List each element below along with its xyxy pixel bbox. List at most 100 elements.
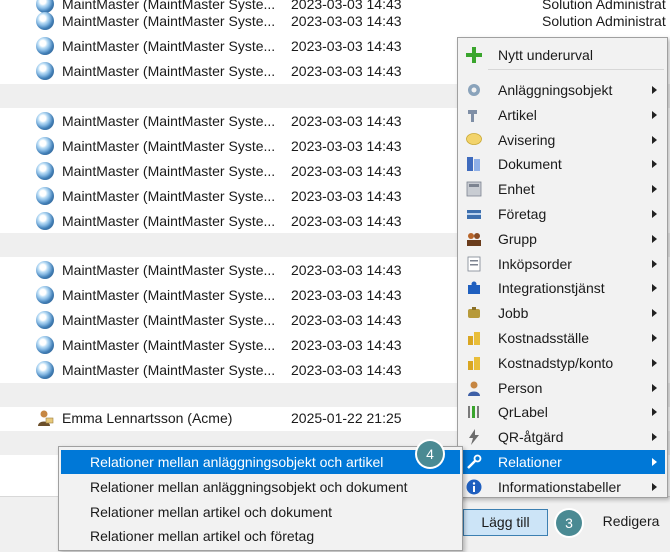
person-icon bbox=[38, 410, 54, 426]
submenu-arrow-icon bbox=[652, 334, 657, 342]
row-date: 2023-03-03 14:43 bbox=[291, 38, 402, 54]
row-date: 2023-03-03 14:43 bbox=[291, 362, 402, 378]
edit-button[interactable]: Redigera bbox=[592, 509, 670, 536]
globe-icon bbox=[36, 187, 54, 205]
menu-item-qr-atgard[interactable]: QR-åtgärd bbox=[460, 425, 665, 449]
row-date: 2025-01-22 21:25 bbox=[291, 410, 402, 426]
submenu-arrow-icon bbox=[652, 160, 657, 168]
submenu-arrow-icon bbox=[652, 210, 657, 218]
row-date: 2023-03-03 14:43 bbox=[291, 138, 402, 154]
submenu-arrow-icon bbox=[652, 458, 657, 466]
menu-item-artikel[interactable]: Artikel bbox=[460, 103, 665, 127]
group-icon bbox=[467, 233, 481, 246]
menu-item-inkopsorder[interactable]: Inköpsorder bbox=[460, 252, 665, 276]
menu-item-informationstabeller[interactable]: Informationstabeller bbox=[460, 475, 665, 499]
globe-icon bbox=[36, 212, 54, 230]
row-name: MaintMaster (MaintMaster Syste... bbox=[62, 113, 276, 129]
submenu-arrow-icon bbox=[652, 433, 657, 441]
globe-icon bbox=[36, 62, 54, 80]
row-name: MaintMaster (MaintMaster Syste... bbox=[62, 138, 276, 154]
menu-item-jobb[interactable]: Jobb bbox=[460, 301, 665, 325]
row-name: MaintMaster (MaintMaster Syste... bbox=[62, 163, 276, 179]
menu-item-qrlabel[interactable]: QrLabel bbox=[460, 400, 665, 424]
menu-item-enhet[interactable]: Enhet bbox=[460, 177, 665, 201]
gear-icon bbox=[468, 84, 480, 96]
row-date: 2023-03-03 14:43 bbox=[291, 213, 402, 229]
submenu-arrow-icon bbox=[652, 483, 657, 491]
row-date: 2023-03-03 14:43 bbox=[291, 163, 402, 179]
menu-separator bbox=[488, 69, 664, 70]
submenu-arrow-icon bbox=[652, 309, 657, 317]
row-name: MaintMaster (MaintMaster Syste... bbox=[62, 337, 276, 353]
row-name: MaintMaster (MaintMaster Syste... bbox=[62, 262, 276, 278]
submenu-item-artikel-dokument[interactable]: Relationer mellan artikel och dokument bbox=[61, 500, 460, 524]
menu-item-person[interactable]: Person bbox=[460, 376, 665, 400]
globe-icon bbox=[36, 12, 54, 30]
coins-icon bbox=[468, 357, 480, 370]
coins-icon bbox=[468, 332, 480, 345]
menu-item-anlaggningsobjekt[interactable]: Anläggningsobjekt bbox=[460, 78, 665, 102]
wrench-link-icon bbox=[467, 454, 482, 469]
submenu-arrow-icon bbox=[652, 185, 657, 193]
menu-item-grupp[interactable]: Grupp bbox=[460, 227, 665, 251]
row-date: 2023-03-03 14:43 bbox=[291, 13, 402, 29]
building-icon bbox=[467, 210, 481, 219]
row-date: 2023-03-03 14:43 bbox=[291, 63, 402, 79]
barcode-icon bbox=[468, 406, 479, 418]
table-row[interactable]: MaintMaster (MaintMaster Syste... 2023-0… bbox=[0, 9, 670, 33]
submenu-arrow-icon bbox=[652, 384, 657, 392]
row-date: 2023-03-03 14:43 bbox=[291, 188, 402, 204]
submenu-item-anlaggningsobjekt-dokument[interactable]: Relationer mellan anläggningsobjekt och … bbox=[61, 475, 460, 499]
menu-item-kostnadstyp-konto[interactable]: Kostnadstyp/konto bbox=[460, 351, 665, 375]
globe-icon bbox=[36, 137, 54, 155]
row-date: 2023-03-03 14:43 bbox=[291, 312, 402, 328]
puzzle-icon bbox=[468, 281, 480, 294]
step-badge: 4 bbox=[417, 441, 443, 467]
menu-item-avisering[interactable]: Avisering bbox=[460, 128, 665, 152]
row-name: MaintMaster (MaintMaster Syste... bbox=[62, 63, 276, 79]
row-date: 2023-03-03 14:43 bbox=[291, 287, 402, 303]
submenu-arrow-icon bbox=[652, 284, 657, 292]
row-name: MaintMaster (MaintMaster Syste... bbox=[62, 362, 276, 378]
globe-icon bbox=[36, 112, 54, 130]
globe-icon bbox=[36, 336, 54, 354]
globe-icon bbox=[36, 261, 54, 279]
globe-icon bbox=[36, 286, 54, 304]
job-icon bbox=[468, 307, 480, 318]
menu-item-dokument[interactable]: Dokument bbox=[460, 152, 665, 176]
submenu-item-anlaggningsobjekt-artikel[interactable]: Relationer mellan anläggningsobjekt och … bbox=[61, 450, 460, 474]
menu-item-foretag[interactable]: Företag bbox=[460, 202, 665, 226]
order-icon bbox=[467, 256, 481, 272]
submenu-arrow-icon bbox=[652, 359, 657, 367]
globe-icon bbox=[36, 37, 54, 55]
row-name: Emma Lennartsson (Acme) bbox=[62, 410, 233, 426]
relationer-submenu: Relationer mellan anläggningsobjekt och … bbox=[58, 446, 463, 551]
document-icon bbox=[467, 157, 480, 171]
info-icon bbox=[466, 479, 482, 495]
calculator-icon bbox=[466, 181, 482, 197]
submenu-arrow-icon bbox=[652, 235, 657, 243]
row-name: MaintMaster (MaintMaster Syste... bbox=[62, 287, 276, 303]
step-badge: 3 bbox=[556, 510, 582, 536]
row-date: 2023-03-03 14:43 bbox=[291, 262, 402, 278]
green-plus-icon bbox=[466, 47, 482, 63]
row-name: MaintMaster (MaintMaster Syste... bbox=[62, 188, 276, 204]
add-button[interactable]: Lägg till bbox=[463, 509, 548, 536]
submenu-arrow-icon bbox=[652, 408, 657, 416]
submenu-arrow-icon bbox=[652, 86, 657, 94]
menu-item-kostnadsstalle[interactable]: Kostnadsställe bbox=[460, 326, 665, 350]
tools-icon bbox=[468, 110, 477, 122]
row-date: 2023-03-03 14:43 bbox=[291, 113, 402, 129]
submenu-arrow-icon bbox=[652, 111, 657, 119]
menu-item-nytt-underurval[interactable]: Nytt underurval bbox=[460, 43, 665, 67]
context-menu: Nytt underurval Anläggningsobjekt Artike… bbox=[457, 37, 668, 498]
speech-bubble-icon bbox=[466, 133, 482, 145]
row-name: MaintMaster (MaintMaster Syste... bbox=[62, 38, 276, 54]
menu-item-relationer[interactable]: Relationer bbox=[460, 450, 665, 474]
submenu-item-artikel-foretag[interactable]: Relationer mellan artikel och företag bbox=[61, 524, 460, 548]
globe-icon bbox=[36, 311, 54, 329]
menu-item-integrationstjanst[interactable]: Integrationstjänst bbox=[460, 276, 665, 300]
lightning-icon bbox=[469, 429, 479, 445]
submenu-arrow-icon bbox=[652, 136, 657, 144]
submenu-arrow-icon bbox=[652, 260, 657, 268]
